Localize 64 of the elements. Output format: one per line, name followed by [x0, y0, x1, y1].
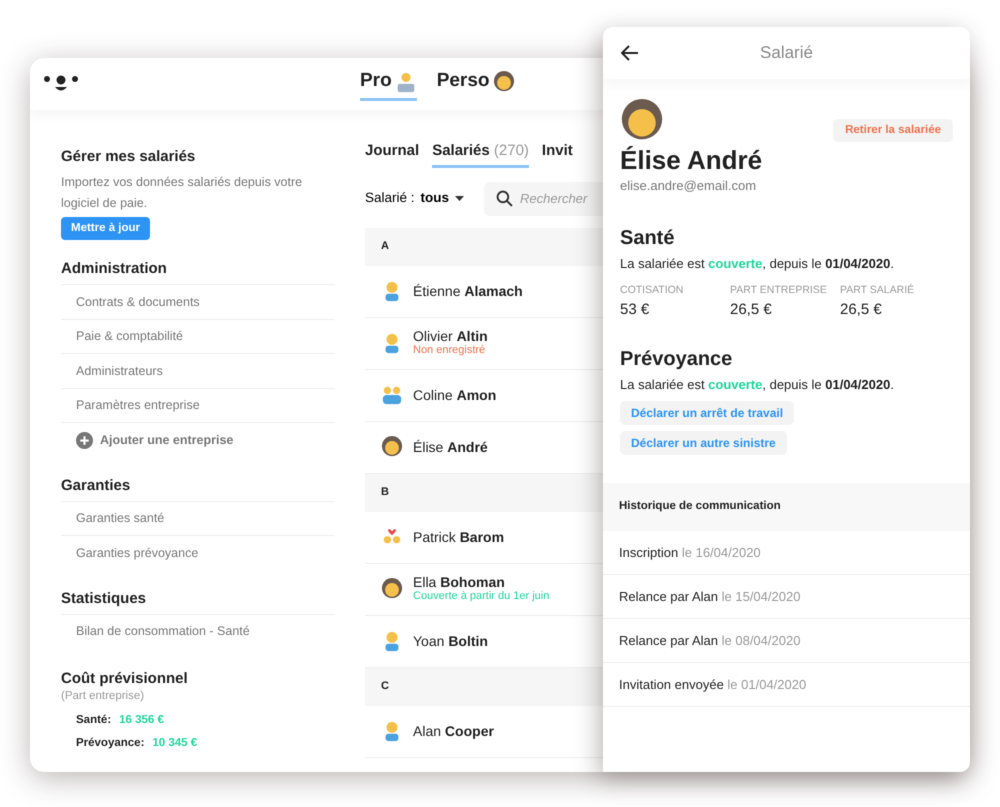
sidebar-item[interactable]: Bilan de consommation - Santé [76, 622, 250, 641]
employee-name: Étienne Alamach [413, 284, 523, 298]
caret-icon [455, 196, 464, 201]
employee-row[interactable]: Ella Bohoman Couverte à partir du 1er juin [365, 564, 603, 616]
person-icon [492, 70, 514, 92]
tab[interactable]: Journal [365, 140, 420, 168]
avatar-icon [381, 384, 403, 406]
employee-name: Élise André [413, 440, 488, 454]
section-heading: Prévoyance [620, 347, 734, 372]
section-heading: Statistiques [61, 590, 148, 608]
tab[interactable]: Salariés (270) [432, 140, 529, 168]
coverage-sentence: La salariée est couverte, depuis le 01/04/2020. [620, 376, 895, 394]
stat-label: PART ENTREPRISE [730, 283, 828, 298]
stat-value: 26,5 € [730, 300, 773, 320]
status-text: Non enregistré [413, 344, 486, 357]
section-heading: Santé [620, 226, 676, 250]
history-item: Relance par Alan le 15/04/2020 [603, 574, 970, 619]
search-field[interactable]: Rechercher [484, 182, 603, 216]
employee-name: Alan Cooper [413, 724, 494, 738]
email-text: elise.andre@email.com [620, 177, 758, 196]
add-company-button[interactable]: Ajouter une entreprise [76, 430, 234, 450]
avatar-icon [381, 578, 403, 600]
filter-dropdown[interactable]: Salarié : tous [365, 188, 464, 209]
employee-name: Patrick Barom [413, 530, 504, 544]
employee-row[interactable]: Coline Amon [365, 370, 603, 422]
section-heading: Gérer mes salariés [61, 148, 196, 166]
employee-name: Élise André [620, 145, 764, 176]
subtitle-text: (Part entreprise) [61, 689, 146, 704]
tab[interactable]: Pro [360, 67, 417, 101]
sidebar-item[interactable]: Contrats & documents [76, 292, 200, 312]
group-header: C [365, 668, 603, 706]
tab[interactable]: Invit [542, 140, 573, 168]
stat-label: PART SALARIÉ [840, 283, 916, 298]
tab[interactable]: Perso [436, 67, 514, 101]
stat-value: 26,5 € [840, 300, 883, 320]
employee-name: Ella Bohoman [413, 575, 506, 590]
sidebar-item[interactable]: Administrateurs [76, 362, 163, 380]
history-item: Inscription le 16/04/2020 [603, 530, 970, 575]
stat-label: COTISATION [620, 283, 684, 298]
group-header: A [365, 228, 603, 266]
sidebar-item[interactable]: Paramètres entreprise [76, 396, 200, 415]
history-item: Relance par Alan le 08/04/2020 [603, 618, 970, 663]
coverage-sentence: La salariée est couverte, depuis le 01/04/2020. [620, 254, 895, 273]
employee-name: Olivier Altin [413, 329, 488, 344]
employee-name: Coline Amon [413, 388, 496, 402]
back-arrow-icon [621, 44, 639, 61]
plus-icon [76, 432, 93, 448]
sidebar-item[interactable]: Garanties santé [76, 509, 164, 528]
stat-value: 53 € [620, 300, 650, 320]
cost-line: Santé: 16 356 € [76, 712, 165, 728]
sidebar-item[interactable]: Garanties prévoyance [76, 544, 198, 562]
history-item: Invitation envoyée le 01/04/2020 [603, 662, 970, 707]
group-header: B [365, 474, 603, 512]
sidebar-item[interactable]: Paie & comptabilité [76, 327, 184, 346]
panel-title: Salarié [759, 42, 814, 64]
avatar-icon [381, 436, 403, 458]
section-heading: Coût prévisionnel [61, 670, 189, 688]
section-heading: Administration [61, 260, 168, 278]
cost-line: Prévoyance: 10 345 € [76, 736, 198, 751]
status-text: Couverte à partir du 1er juin [413, 590, 550, 603]
section-heading: Garanties [61, 476, 132, 495]
description-text: Importez vos données salariés depuis votre logiciel de paie. [61, 174, 304, 212]
employee-name: Yoan Boltin [413, 634, 488, 648]
history-header: Historique de communication [603, 482, 970, 531]
